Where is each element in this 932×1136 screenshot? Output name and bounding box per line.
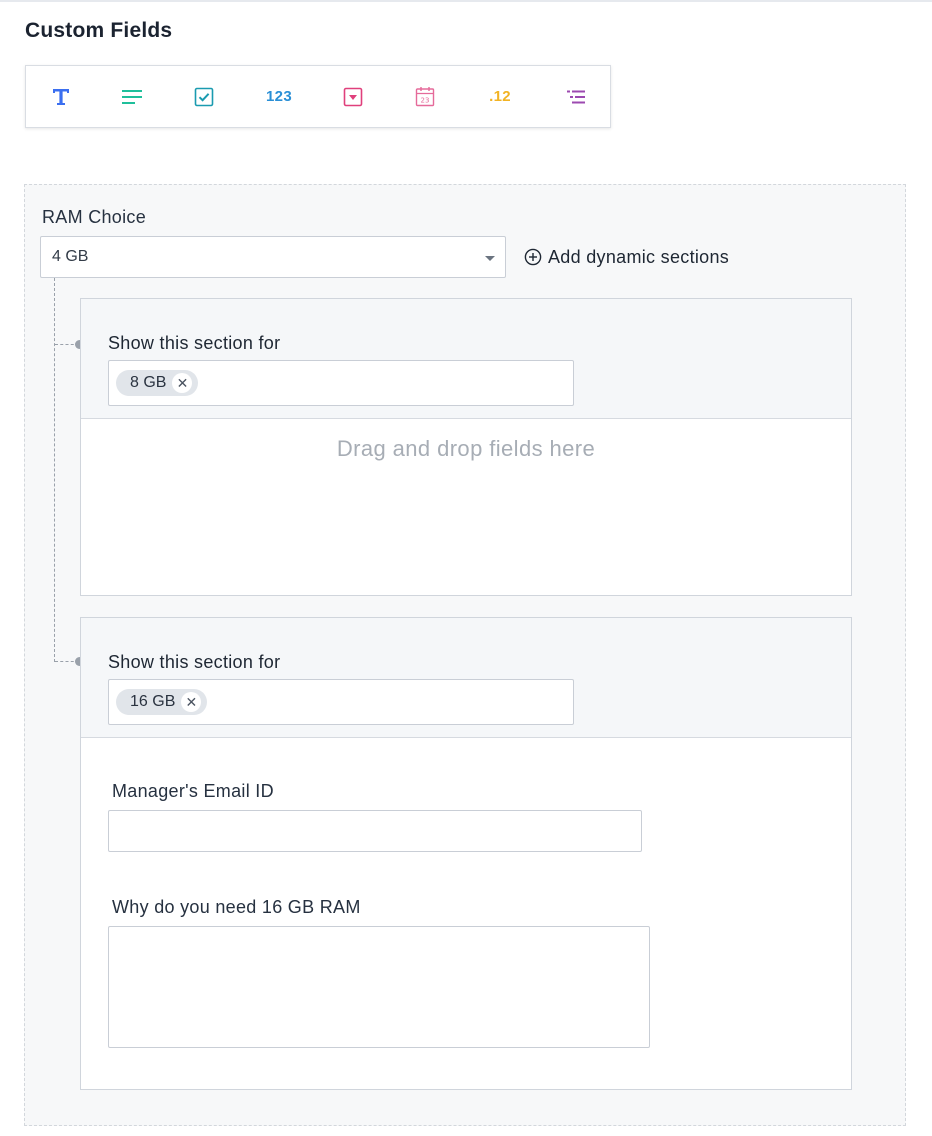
text-icon [53, 88, 69, 105]
ram-choice-label: RAM Choice [42, 207, 147, 227]
palette-date[interactable]: 23 [403, 66, 447, 127]
ram-choice-value: 4 GB [52, 248, 89, 265]
add-dynamic-sections-label: Add dynamic sections [548, 246, 730, 267]
add-circle-icon [524, 248, 542, 266]
list-icon [567, 90, 585, 103]
condition-tag-label: 8 GB [130, 374, 167, 391]
section-condition-label: Show this section for [108, 333, 281, 353]
palette-checkbox[interactable] [182, 66, 226, 127]
add-dynamic-sections-button[interactable]: Add dynamic sections [524, 245, 729, 269]
drop-zone-hint: Drag and drop fields here [336, 436, 596, 461]
ram-reason-textarea[interactable] [108, 926, 650, 1048]
paragraph-icon [122, 89, 142, 104]
condition-tag-label: 16 GB [130, 693, 176, 710]
section-condition-input[interactable]: 16 GB ✕ [108, 679, 574, 725]
dynamic-section-8gb: Show this section for 8 GB ✕ Drag and dr… [80, 298, 852, 596]
ram-reason-label: Why do you need 16 GB RAM [112, 897, 361, 917]
section-header: Show this section for 16 GB ✕ [81, 618, 851, 738]
palette-dropdown[interactable] [331, 66, 375, 127]
section-condition-label: Show this section for [108, 652, 281, 672]
palette-number[interactable]: 123 [254, 66, 304, 127]
manager-email-label: Manager's Email ID [112, 781, 274, 801]
dropdown-icon [343, 87, 363, 106]
ram-choice-select[interactable]: 4 GB [40, 236, 506, 278]
top-divider [0, 0, 932, 2]
section-condition-input[interactable]: 8 GB ✕ [108, 360, 574, 406]
svg-text:23: 23 [421, 97, 430, 105]
field-drop-zone[interactable]: Drag and drop fields here [81, 419, 851, 593]
section-connector-line [54, 278, 55, 662]
field-type-palette: 123 23 .12 [25, 65, 611, 128]
manager-email-field[interactable] [108, 810, 642, 852]
palette-single-line-text[interactable] [39, 66, 83, 127]
chevron-down-icon [485, 256, 495, 261]
calendar-icon: 23 [415, 87, 435, 107]
condition-tag: 8 GB ✕ [116, 370, 199, 396]
section-header: Show this section for 8 GB ✕ [81, 299, 851, 419]
palette-decimal[interactable]: .12 [475, 66, 525, 127]
checkbox-icon [194, 87, 214, 106]
page-title: Custom Fields [25, 19, 173, 42]
condition-tag: 16 GB ✕ [116, 689, 208, 715]
close-icon[interactable]: ✕ [181, 692, 202, 712]
decimal-icon: .12 [489, 88, 511, 105]
palette-paragraph[interactable] [110, 66, 154, 127]
number-icon: 123 [266, 88, 292, 105]
palette-dependent-field[interactable] [554, 66, 598, 127]
close-icon[interactable]: ✕ [172, 373, 193, 393]
